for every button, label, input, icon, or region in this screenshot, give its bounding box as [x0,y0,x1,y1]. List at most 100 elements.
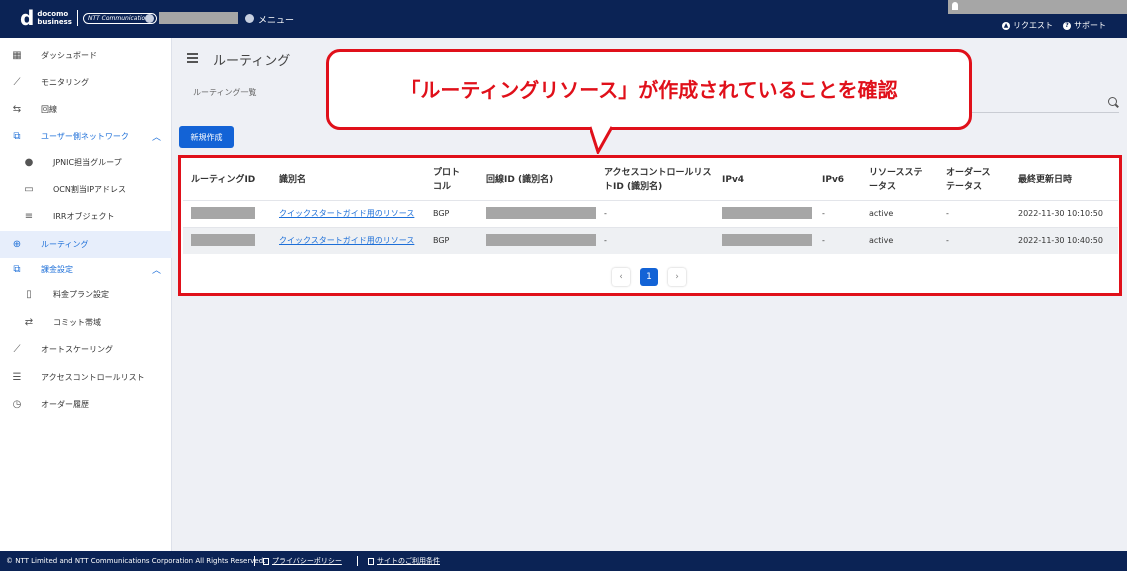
external-link-icon [368,557,374,565]
user-name-masked[interactable] [948,0,1127,14]
sidebar-item-order-history[interactable]: ◷ オーダー履歴 [0,391,172,418]
name-cell: クイックスタートガイド用のリソース [271,199,425,227]
menu-button[interactable]: メニュー [258,13,294,26]
request-label: リクエスト [1013,21,1053,30]
sidebar-item-lines[interactable]: ⇆ 回線 [0,96,172,123]
resource-name-link[interactable]: クイックスタートガイド用のリソース [279,209,414,218]
sidebar-item-monitoring[interactable]: ⟋ モニタリング [0,69,172,96]
ipv4-cell [714,199,814,227]
prev-page-button[interactable]: ‹ [612,268,630,286]
column-header[interactable]: 最終更新日時 [1010,160,1118,200]
tenant-name-masked[interactable] [159,12,238,24]
next-page-button[interactable]: › [668,268,686,286]
logo-mark: d [20,6,35,30]
table-row[interactable]: クイックスタートガイド用のリソース BGP - - active - 2022-… [183,226,1118,254]
support-link[interactable]: ? サポート [1063,20,1106,31]
transfer-icon: ⇄ [24,317,34,328]
privacy-policy-label: プライバシーポリシー [272,557,342,565]
resource-name-link[interactable]: クイックスタートガイド用のリソース [279,236,414,245]
sidebar-item-billing[interactable]: ⧉ 課金設定 ︿ [0,256,172,283]
sidebar: ▦ ダッシュボード ⟋ モニタリング ⇆ 回線 ⧉ ユーザー側ネットワーク ︿ … [0,38,172,551]
tenant-icon [145,14,154,23]
sidebar-item-label: オートスケーリング [41,345,113,354]
routing-id-cell [183,226,271,254]
column-header[interactable]: プロトコル [425,160,478,200]
table-row[interactable]: クイックスタートガイド用のリソース BGP - - active - 2022-… [183,199,1118,227]
person-icon: ● [24,157,34,168]
create-new-button[interactable]: 新規作成 [179,126,234,148]
database-icon: ≡ [24,211,34,222]
sidebar-item-commit-bandwidth[interactable]: ⇄ コミット帯域 [0,309,172,336]
table-header-row: ルーティングID 識別名 プロトコル 回線ID (識別名) アクセスコントロール… [183,160,1118,200]
hamburger-icon[interactable] [187,53,198,65]
name-cell: クイックスタートガイド用のリソース [271,226,425,254]
sidebar-item-label: オーダー履歴 [41,400,89,409]
footer: © NTT Limited and NTT Communications Cor… [0,551,1127,571]
line-id-masked [486,233,596,246]
protocol-cell: BGP [425,226,478,254]
sidebar-item-acl[interactable]: ☰ アクセスコントロールリスト [0,364,172,391]
column-header[interactable]: 回線ID (識別名) [478,160,596,200]
sidebar-item-user-network[interactable]: ⧉ ユーザー側ネットワーク ︿ [0,123,172,150]
protocol-cell: BGP [425,199,478,227]
logo-text: docomo business [37,10,72,26]
document-icon: ▯ [26,289,32,300]
dashboard-icon: ▦ [12,50,22,61]
chevron-up-icon: ︿ [152,133,162,143]
support-label: サポート [1074,21,1106,30]
callout-tail [590,126,614,154]
column-header[interactable]: ルーティングID [183,160,271,200]
billing-network-icon: ⧉ [13,264,21,275]
sidebar-item-autoscaling[interactable]: ⟋ オートスケーリング [0,336,172,363]
ipv4-cell [714,226,814,254]
sidebar-item-price-plan[interactable]: ▯ 料金プラン設定 [0,281,172,308]
docomo-business-logo[interactable]: d docomo business NTT Communications [20,6,158,30]
column-header[interactable]: IPv4 [714,160,814,200]
terms-link[interactable]: サイトのご利用条件 [368,556,440,566]
sidebar-item-dashboard[interactable]: ▦ ダッシュボード [0,42,172,69]
sidebar-item-label: アクセスコントロールリスト [41,373,145,382]
column-header-text: プロトコル [433,167,461,192]
page-1-button[interactable]: 1 [640,268,658,286]
callout-box: 「ルーティングリソース」が作成されていることを確認 [326,49,972,130]
ipv4-masked [722,233,812,246]
column-header-text: アクセスコントロールリストID (識別名) [604,167,712,192]
column-header[interactable]: 識別名 [271,160,425,200]
order-status-cell: - [938,199,1010,227]
footer-divider [357,556,358,566]
acl-cell: - [596,199,714,227]
sidebar-item-label: JPNIC担当グループ [53,158,122,167]
sidebar-item-label: モニタリング [41,78,89,87]
column-header[interactable]: リソースステータス [861,160,938,200]
sidebar-item-irr-object[interactable]: ≡ IRRオブジェクト [0,203,172,230]
network-icon: ⧉ [13,131,21,142]
pagination: ‹ 1 › [612,268,686,286]
menu-icon[interactable] [245,14,254,23]
sidebar-item-label: コミット帯域 [53,318,101,327]
routing-id-masked [191,233,255,246]
chart-line-icon: ⟋ [13,77,21,88]
breadcrumb: ルーティング一覧 [193,88,257,97]
request-link[interactable]: ▲ リクエスト [1002,20,1053,31]
column-header[interactable]: IPv6 [814,160,861,200]
updated-at-cell: 2022-11-30 10:40:50 [1010,226,1118,254]
terms-label: サイトのご利用条件 [377,557,440,565]
sidebar-item-jpnic-group[interactable]: ● JPNIC担当グループ [0,149,172,176]
user-icon [952,2,958,10]
privacy-policy-link[interactable]: プライバシーポリシー [263,556,342,566]
ipv6-cell: - [814,199,861,227]
routing-id-cell [183,199,271,227]
order-status-cell: - [938,226,1010,254]
resource-status-cell: active [861,226,938,254]
logo-line1: docomo [37,10,69,18]
logo-line2: business [37,18,72,26]
sidebar-item-routing[interactable]: ⊕ ルーティング [0,231,172,258]
column-header[interactable]: アクセスコントロールリストID (識別名) [596,160,714,200]
updated-at-cell: 2022-11-30 10:10:50 [1010,199,1118,227]
column-header[interactable]: オーダーステータス [938,160,1010,200]
search-icon[interactable] [1108,97,1117,106]
callout-text: 「ルーティングリソース」が作成されていることを確認 [400,78,898,102]
sidebar-item-label: ダッシュボード [41,51,97,60]
sidebar-item-label: 料金プラン設定 [53,290,109,299]
sidebar-item-ocn-ip[interactable]: ▭ OCN割当IPアドレス [0,176,172,203]
